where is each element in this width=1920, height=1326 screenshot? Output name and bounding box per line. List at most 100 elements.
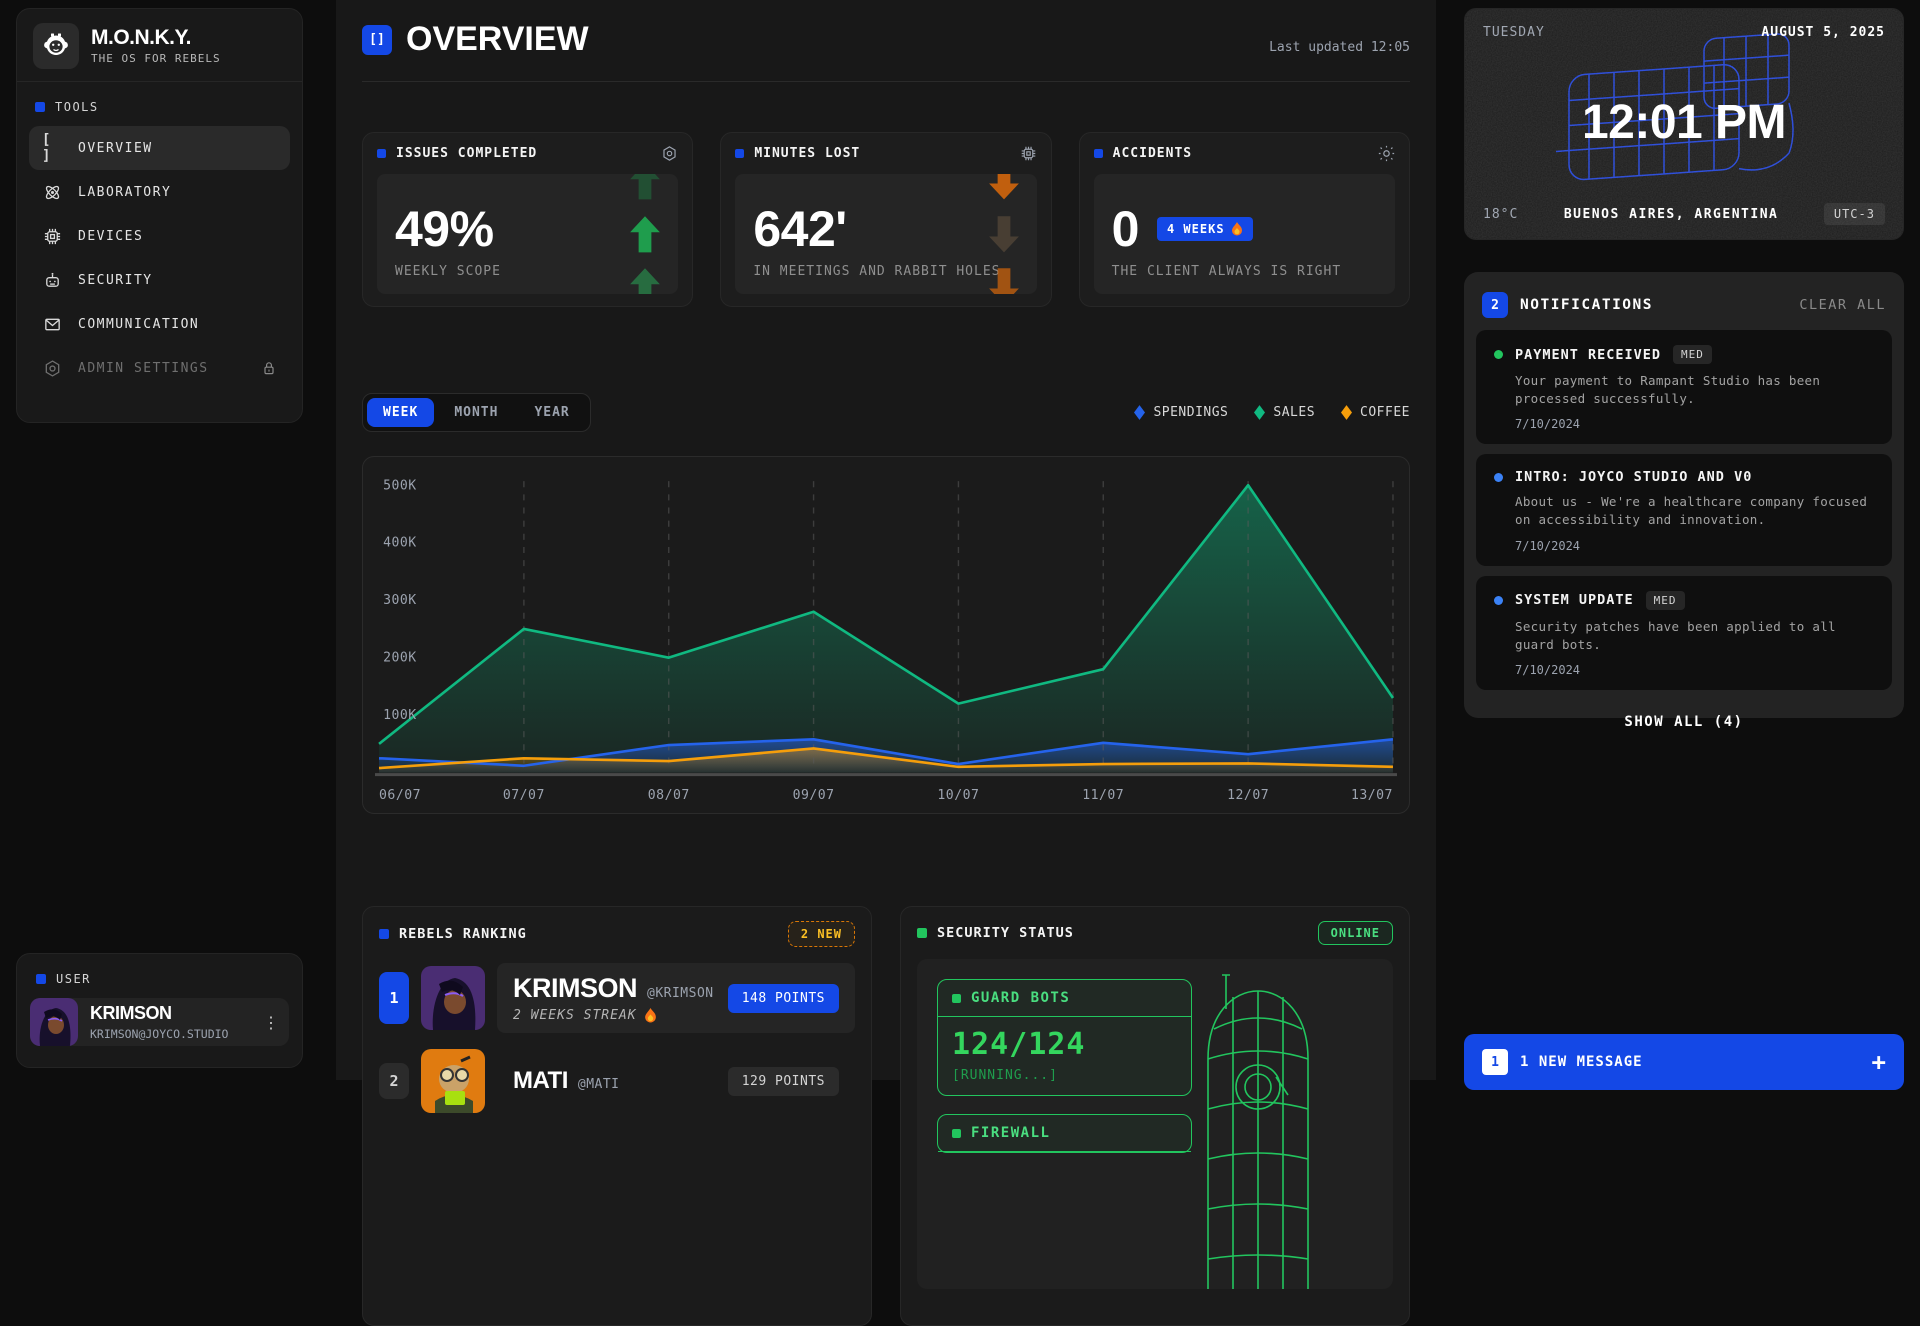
clock-time: 12:01 PM	[1465, 95, 1903, 150]
svg-text:12/07: 12/07	[1227, 788, 1269, 803]
chip-settings-icon[interactable]	[1020, 145, 1037, 162]
svg-text:400K: 400K	[383, 536, 417, 551]
last-updated: Last updated 12:05	[1269, 40, 1410, 59]
chart-controls: WEEK MONTH YEAR SPENDINGS SALES COFFEE	[362, 393, 1410, 432]
tab-week[interactable]: WEEK	[367, 398, 434, 427]
stat-value: 49%	[395, 204, 660, 254]
gear-icon[interactable]	[661, 145, 678, 162]
ranking-row-2[interactable]: 2 MATI @	[379, 1049, 855, 1113]
svg-text:100K: 100K	[383, 708, 417, 723]
sidebar-item-admin-settings[interactable]: ADMIN SETTINGS	[29, 346, 290, 390]
notifications-panel: 2 NOTIFICATIONS CLEAR ALL PAYMENT RECEIV…	[1464, 272, 1904, 718]
brackets-icon: [ ]	[42, 132, 62, 164]
streak-badge: 4 WEEKS	[1157, 217, 1253, 241]
app-subtitle: THE OS FOR REBELS	[91, 52, 221, 65]
stat-sub: WEEKLY SCOPE	[395, 264, 660, 279]
stat-sub: THE CLIENT ALWAYS IS RIGHT	[1112, 264, 1377, 279]
stat-label: ISSUES COMPLETED	[396, 146, 537, 161]
points-badge: 148 POINTS	[728, 984, 839, 1013]
svg-text:500K: 500K	[383, 478, 417, 493]
status-dot-blue	[1494, 473, 1503, 482]
svg-text:08/07: 08/07	[648, 788, 690, 803]
sidebar-item-communication[interactable]: COMMUNICATION	[29, 302, 290, 346]
rebel-name: MATI	[513, 1067, 568, 1095]
monkey-logo-icon	[33, 23, 79, 69]
sidebar-nav: TOOLS [ ] OVERVIEW LABORATORY	[17, 82, 302, 400]
notification-payment[interactable]: PAYMENT RECEIVED MED Your payment to Ram…	[1476, 330, 1892, 444]
rebel-streak: 2 WEEKS STREAK	[513, 1008, 728, 1023]
message-count-badge: 1	[1482, 1049, 1508, 1075]
stat-card-issues: ISSUES COMPLETED 49% WEEKLY SCOPE	[362, 132, 693, 307]
section-square-icon	[36, 974, 46, 984]
notification-intro[interactable]: INTRO: JOYCO STUDIO AND V0 About us - We…	[1476, 454, 1892, 565]
green-square-icon	[952, 1129, 961, 1138]
rank-number: 1	[379, 972, 409, 1024]
user-row[interactable]: KRIMSON KRIMSON@JOYCO.STUDIO ⋮	[30, 998, 289, 1046]
svg-text:09/07: 09/07	[793, 788, 835, 803]
legend-sales[interactable]: SALES	[1254, 405, 1315, 420]
section-square-icon	[35, 102, 45, 112]
guard-bots-count: 124/124	[952, 1027, 1177, 1062]
legend-spendings[interactable]: SPENDINGS	[1134, 405, 1228, 420]
priority-badge: MED	[1673, 345, 1712, 364]
card-square-icon	[377, 149, 386, 158]
page-title: OVERVIEW	[406, 20, 589, 59]
legend-coffee[interactable]: COFFEE	[1341, 405, 1410, 420]
notification-count-badge: 2	[1482, 292, 1508, 318]
sidebar-item-devices[interactable]: DEVICES	[29, 214, 290, 258]
chip-icon	[42, 227, 62, 246]
notification-body: Security patches have been applied to al…	[1515, 618, 1874, 654]
svg-text:07/07: 07/07	[503, 788, 545, 803]
status-dot-green	[1494, 350, 1503, 359]
sidebar-item-overview[interactable]: [ ] OVERVIEW	[29, 126, 290, 170]
security-title: SECURITY STATUS	[937, 925, 1074, 941]
overview-brackets-icon: []	[362, 25, 392, 55]
robot-icon	[42, 271, 62, 290]
notification-date: 7/10/2024	[1515, 417, 1874, 431]
sidebar-item-laboratory[interactable]: LABORATORY	[29, 170, 290, 214]
user-email: KRIMSON@JOYCO.STUDIO	[90, 1027, 253, 1041]
new-count-badge[interactable]: 2 NEW	[788, 921, 855, 947]
status-dot-blue	[1494, 596, 1503, 605]
notifications-title: NOTIFICATIONS	[1520, 297, 1653, 313]
hex-gear-icon	[42, 359, 62, 378]
notification-system-update[interactable]: SYSTEM UPDATE MED Security patches have …	[1476, 576, 1892, 690]
clock-widget: TUESDAY AUGUST 5, 2025 12:01 PM 18°C BUE…	[1464, 8, 1904, 240]
trend-up-icon	[628, 174, 662, 294]
clear-all-button[interactable]: CLEAR ALL	[1799, 297, 1886, 313]
fire-icon	[1231, 222, 1243, 236]
svg-text:10/07: 10/07	[937, 788, 979, 803]
diamond-icon	[1341, 405, 1352, 420]
envelope-icon	[42, 315, 62, 334]
new-message-banner[interactable]: 1 1 NEW MESSAGE +	[1464, 1034, 1904, 1090]
sun-settings-icon[interactable]	[1378, 145, 1395, 162]
notification-body: Your payment to Rampant Studio has been …	[1515, 372, 1874, 408]
stat-card-accidents: ACCIDENTS 0 4 WEEKS	[1079, 132, 1410, 307]
guard-bots-box: GUARD BOTS 124/124 [RUNNING...]	[937, 979, 1192, 1096]
priority-badge: MED	[1646, 591, 1685, 610]
clock-location: BUENOS AIRES, ARGENTINA	[1564, 207, 1779, 222]
ranking-title: REBELS RANKING	[399, 926, 527, 942]
green-square-icon	[952, 994, 961, 1003]
tools-section-label: TOOLS	[35, 100, 284, 114]
clock-date: AUGUST 5, 2025	[1761, 25, 1885, 40]
tab-year[interactable]: YEAR	[518, 398, 585, 427]
sidebar-item-security[interactable]: SECURITY	[29, 258, 290, 302]
plus-icon[interactable]: +	[1872, 1048, 1886, 1076]
svg-text:200K: 200K	[383, 651, 417, 666]
stat-value: 642'	[753, 204, 1018, 254]
stat-label: MINUTES LOST	[754, 146, 860, 161]
guard-bot-wireframe	[1178, 969, 1338, 1289]
user-menu-kebab-icon[interactable]: ⋮	[253, 1013, 289, 1032]
fire-icon	[644, 1008, 657, 1023]
svg-text:300K: 300K	[383, 593, 417, 608]
show-all-button[interactable]: SHOW ALL (4)	[1476, 700, 1892, 736]
ranking-row-1[interactable]: 1 KRIMSON @KRIMSON	[379, 963, 855, 1033]
guard-bots-status: [RUNNING...]	[952, 1068, 1177, 1083]
svg-text:13/07: 13/07	[1351, 788, 1393, 803]
app-title: M.O.N.K.Y.	[91, 27, 221, 49]
tab-month[interactable]: MONTH	[438, 398, 514, 427]
stats-row: ISSUES COMPLETED 49% WEEKLY SCOPE	[362, 132, 1410, 307]
user-card: USER KRIMSON KRIMSON@JOYCO.STUDIO ⋮	[16, 953, 303, 1068]
chart-panel: 100K200K300K400K500K06/0707/0708/0709/07…	[362, 456, 1410, 814]
